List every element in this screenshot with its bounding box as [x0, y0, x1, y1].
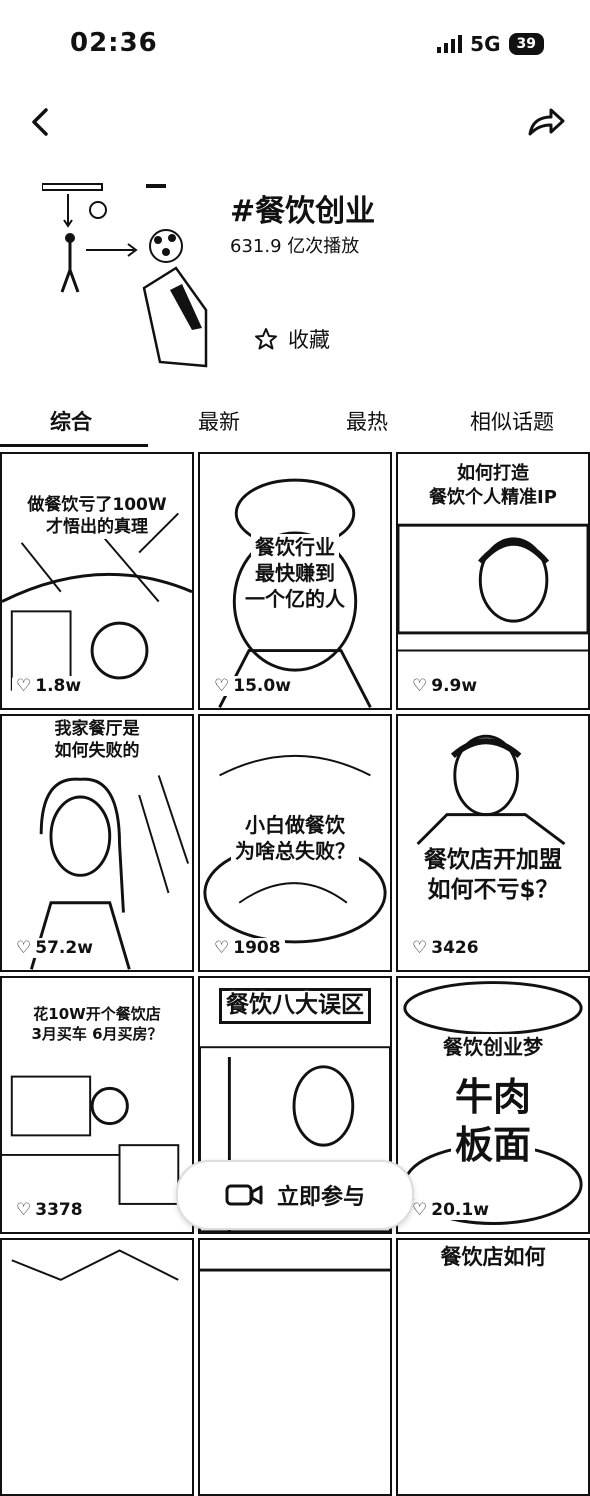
- video-caption: 如何打造 餐饮个人精准IP: [398, 462, 588, 510]
- favorite-label: 收藏: [288, 328, 330, 352]
- battery-icon: 39: [508, 33, 544, 55]
- video-caption: 餐饮店开加盟 如何不亏$？: [398, 846, 588, 906]
- share-icon[interactable]: [524, 102, 568, 142]
- tab-bar: 综合 最新 最热 相似话题: [0, 400, 590, 448]
- like-count: ♡ 15.0w: [210, 676, 295, 696]
- video-caption: 小白做餐饮 为啥总失败？: [200, 812, 390, 864]
- video-caption: 餐饮店如何: [398, 1244, 588, 1272]
- video-card[interactable]: 小白做餐饮 为啥总失败？ ♡ 1908: [198, 714, 392, 972]
- video-card[interactable]: 餐饮店如何: [396, 1238, 590, 1496]
- active-tab-indicator: [0, 444, 148, 447]
- video-caption: 我家餐厅是 如何失败的: [2, 718, 192, 763]
- video-card[interactable]: 做餐饮亏了100W 才悟出的真理 ♡ 1.8w: [0, 452, 194, 710]
- video-card[interactable]: 餐饮行业 最快赚到 一个亿的人 ♡ 15.0w: [198, 452, 392, 710]
- video-caption: 花10W开个餐饮店 3月买车 6月买房？: [2, 1004, 192, 1044]
- video-caption: 餐饮行业 最快赚到 一个亿的人: [200, 534, 390, 612]
- like-count: ♡ 3426: [408, 938, 483, 958]
- status-right: 5G 39: [437, 32, 544, 56]
- heart-icon: ♡: [412, 1200, 428, 1220]
- like-count: ♡ 1.8w: [12, 676, 86, 696]
- topic-cover-image: [42, 183, 208, 368]
- heart-icon: ♡: [16, 1200, 32, 1220]
- like-count: ♡ 20.1w: [408, 1200, 493, 1220]
- video-card[interactable]: 如何打造 餐饮个人精准IP ♡ 9.9w: [396, 452, 590, 710]
- topic-play-count: 631.9 亿次播放: [230, 236, 360, 257]
- video-thumbnail: [2, 512, 192, 691]
- heart-icon: ♡: [412, 676, 428, 696]
- video-caption: 餐饮创业梦: [398, 1034, 588, 1060]
- heart-icon: ♡: [16, 676, 32, 696]
- back-arrow-icon[interactable]: [22, 102, 62, 142]
- video-thumbnail: [11, 1249, 179, 1281]
- topic-title: #餐饮创业: [230, 194, 376, 229]
- video-card[interactable]: 餐饮创业梦 牛肉 板面 ♡ 20.1w: [396, 976, 590, 1234]
- join-button-label: 立即参与: [276, 1185, 365, 1210]
- video-caption: 餐饮八大误区: [200, 988, 390, 1024]
- video-card[interactable]: 我家餐厅是 如何失败的 ♡ 57.2w: [0, 714, 194, 972]
- tab-latest[interactable]: 最新: [198, 406, 240, 436]
- star-icon: [255, 328, 277, 350]
- video-card[interactable]: [0, 1238, 194, 1496]
- tab-hottest[interactable]: 最热: [346, 406, 388, 436]
- status-time: 02:36: [70, 28, 158, 58]
- battery-level: 39: [516, 36, 536, 52]
- heart-icon: ♡: [214, 676, 230, 696]
- status-bar: 02:36 5G 39: [0, 0, 590, 88]
- favorite-button[interactable]: 收藏: [254, 324, 330, 354]
- tab-comprehensive[interactable]: 综合: [50, 406, 92, 436]
- heart-icon: ♡: [16, 938, 32, 958]
- top-nav: [0, 100, 590, 148]
- like-count: ♡ 3378: [12, 1200, 87, 1220]
- video-thumbnail: [200, 1268, 390, 1272]
- tab-similar-topics[interactable]: 相似话题: [470, 406, 554, 436]
- heart-icon: ♡: [412, 938, 428, 958]
- video-card[interactable]: 花10W开个餐饮店 3月买车 6月买房？ ♡ 3378: [0, 976, 194, 1234]
- like-count: ♡ 57.2w: [12, 938, 97, 958]
- video-caption-large: 牛肉 板面: [398, 1074, 588, 1170]
- heart-icon: ♡: [214, 938, 230, 958]
- video-caption: 做餐饮亏了100W 才悟出的真理: [2, 494, 192, 539]
- video-card[interactable]: [198, 1238, 392, 1496]
- video-grid: 做餐饮亏了100W 才悟出的真理 ♡ 1.8w 餐饮行业 最快赚到 一个亿的人 ♡ 15.…: [0, 452, 590, 1496]
- video-camera-icon: [225, 1184, 263, 1206]
- signal-bars-icon: [437, 35, 463, 53]
- video-thumbnail: [416, 734, 566, 846]
- like-count: ♡ 9.9w: [408, 676, 482, 696]
- network-type: 5G: [470, 32, 501, 56]
- video-card[interactable]: 餐饮店开加盟 如何不亏$？ ♡ 3426: [396, 714, 590, 972]
- join-button[interactable]: 立即参与: [176, 1160, 414, 1230]
- like-count: ♡ 1908: [210, 938, 285, 958]
